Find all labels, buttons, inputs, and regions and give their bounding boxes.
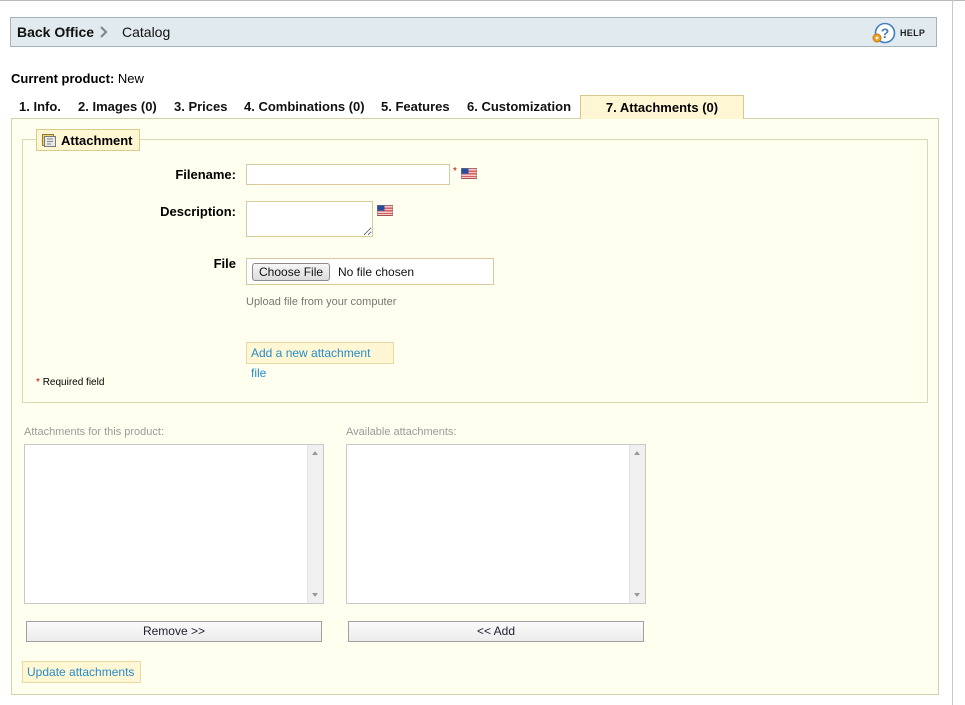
page-right-border bbox=[952, 0, 953, 705]
file-input[interactable]: Choose File No file chosen bbox=[246, 258, 494, 285]
tab-info[interactable]: 1. Info. bbox=[19, 97, 61, 118]
scroll-up-arrow-icon[interactable] bbox=[634, 451, 640, 455]
help-button[interactable]: ? HELP bbox=[871, 22, 925, 44]
top-border bbox=[0, 0, 965, 1]
tab-prices[interactable]: 3. Prices bbox=[174, 97, 228, 118]
tab-combinations[interactable]: 4. Combinations (0) bbox=[244, 97, 365, 118]
us-flag-icon[interactable] bbox=[461, 168, 477, 179]
chevron-right-icon bbox=[100, 26, 108, 38]
upload-hint: Upload file from your computer bbox=[246, 296, 397, 308]
breadcrumb-current: Catalog bbox=[122, 24, 171, 40]
required-field-text: Required field bbox=[42, 377, 105, 388]
tab-customization[interactable]: 6. Customization bbox=[467, 97, 571, 118]
tab-attachments[interactable]: 7. Attachments (0) bbox=[580, 95, 744, 119]
tab-features[interactable]: 5. Features bbox=[381, 97, 450, 118]
description-textarea[interactable] bbox=[246, 201, 373, 237]
product-attachments-list[interactable] bbox=[24, 444, 324, 604]
available-attachments-label: Available attachments: bbox=[346, 426, 457, 438]
update-attachments-button[interactable]: Update attachments bbox=[22, 661, 141, 683]
scroll-down-arrow-icon[interactable] bbox=[634, 593, 640, 597]
filename-label: Filename: bbox=[175, 167, 236, 182]
add-button[interactable]: << Add bbox=[348, 621, 644, 642]
svg-text:?: ? bbox=[881, 25, 890, 41]
breadcrumb-home-link[interactable]: Back Office bbox=[17, 24, 94, 40]
add-attachment-file-button[interactable]: Add a new attachment file bbox=[246, 342, 394, 380]
choose-file-button[interactable]: Choose File bbox=[252, 263, 331, 281]
current-product: Current product: New bbox=[11, 71, 144, 86]
available-attachments-list[interactable] bbox=[346, 444, 646, 604]
description-label: Description: bbox=[160, 204, 236, 219]
scrollbar[interactable] bbox=[307, 445, 323, 603]
product-attachments-label: Attachments for this product: bbox=[24, 426, 165, 438]
scrollbar[interactable] bbox=[629, 445, 645, 603]
us-flag-icon[interactable] bbox=[377, 205, 393, 216]
scroll-down-arrow-icon[interactable] bbox=[312, 593, 318, 597]
breadcrumb: Back Office Catalog ? HELP bbox=[10, 17, 937, 47]
required-star: * bbox=[453, 166, 457, 177]
remove-button[interactable]: Remove >> bbox=[26, 621, 322, 642]
required-star: * bbox=[36, 377, 40, 388]
help-question-icon: ? bbox=[872, 22, 896, 44]
help-label: HELP bbox=[900, 28, 926, 38]
attachment-icon bbox=[42, 134, 56, 147]
attachment-legend: Attachment bbox=[36, 129, 140, 151]
no-file-chosen-text: No file chosen bbox=[338, 265, 415, 279]
scroll-up-arrow-icon[interactable] bbox=[312, 451, 318, 455]
attachment-legend-title: Attachment bbox=[61, 132, 133, 148]
tab-images[interactable]: 2. Images (0) bbox=[78, 97, 157, 118]
current-product-value: New bbox=[117, 71, 144, 86]
current-product-label: Current product: bbox=[11, 71, 115, 86]
filename-input[interactable] bbox=[246, 164, 450, 185]
required-field-note: * Required field bbox=[36, 377, 104, 388]
file-label: File bbox=[213, 256, 236, 271]
